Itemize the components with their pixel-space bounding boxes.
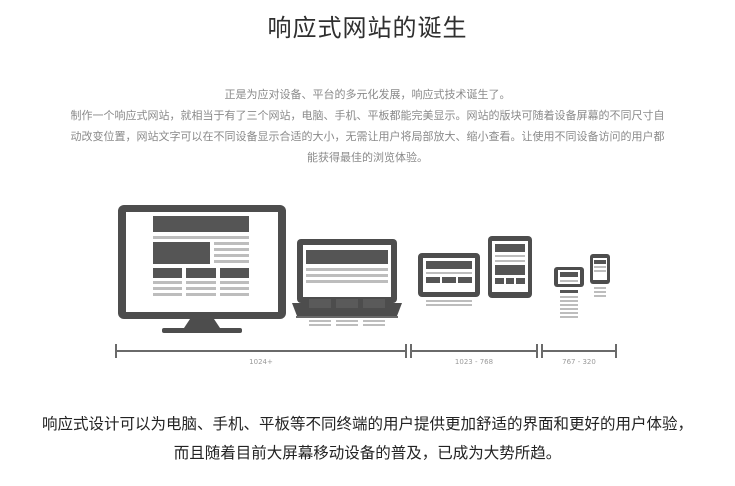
range-ruler-tablet	[410, 344, 538, 358]
intro-line: 能获得最佳的浏览体验。	[307, 151, 428, 164]
tablet-landscape-icon	[418, 253, 480, 306]
phone-landscape-icon	[554, 267, 584, 318]
intro-text: 正是为应对设备、平台的多元化发展，响应式技术诞生了。 制作一个响应式网站，就相当…	[12, 84, 723, 168]
range-ruler-desktop	[115, 344, 407, 358]
range-label-mobile: 767 - 320	[562, 358, 596, 366]
range-label-tablet: 1023 - 768	[455, 358, 493, 366]
bottom-text: 响应式设计可以为电脑、手机、平板等不同终端的用户提供更加舒适的界面和更好的用户体…	[0, 410, 735, 468]
range-ruler-mobile	[541, 344, 617, 358]
tablet-portrait-icon	[488, 236, 532, 298]
phone-portrait-icon	[590, 254, 610, 297]
responsive-devices-illustration: 1024+ 1023 - 768 767 - 320	[115, 205, 617, 366]
desktop-monitor-icon	[118, 205, 286, 333]
range-label-desktop: 1024+	[249, 358, 273, 366]
intro-line: 制作一个响应式网站，就相当于有了三个网站，电脑、手机、平板都能完美显示。网站的版…	[70, 109, 665, 122]
bottom-line: 而且随着目前大屏幕移动设备的普及，已成为大势所趋。	[173, 444, 562, 462]
page-title: 响应式网站的诞生	[267, 14, 468, 42]
intro-line: 动改变位置，网站文字可以在不同设备显示合适的大小，无需让用户将局部放大、缩小查看…	[70, 130, 665, 143]
laptop-icon	[292, 239, 402, 326]
bottom-line: 响应式设计可以为电脑、手机、平板等不同终端的用户提供更加舒适的界面和更好的用户体…	[41, 415, 693, 433]
intro-line: 正是为应对设备、平台的多元化发展，响应式技术诞生了。	[224, 88, 511, 101]
